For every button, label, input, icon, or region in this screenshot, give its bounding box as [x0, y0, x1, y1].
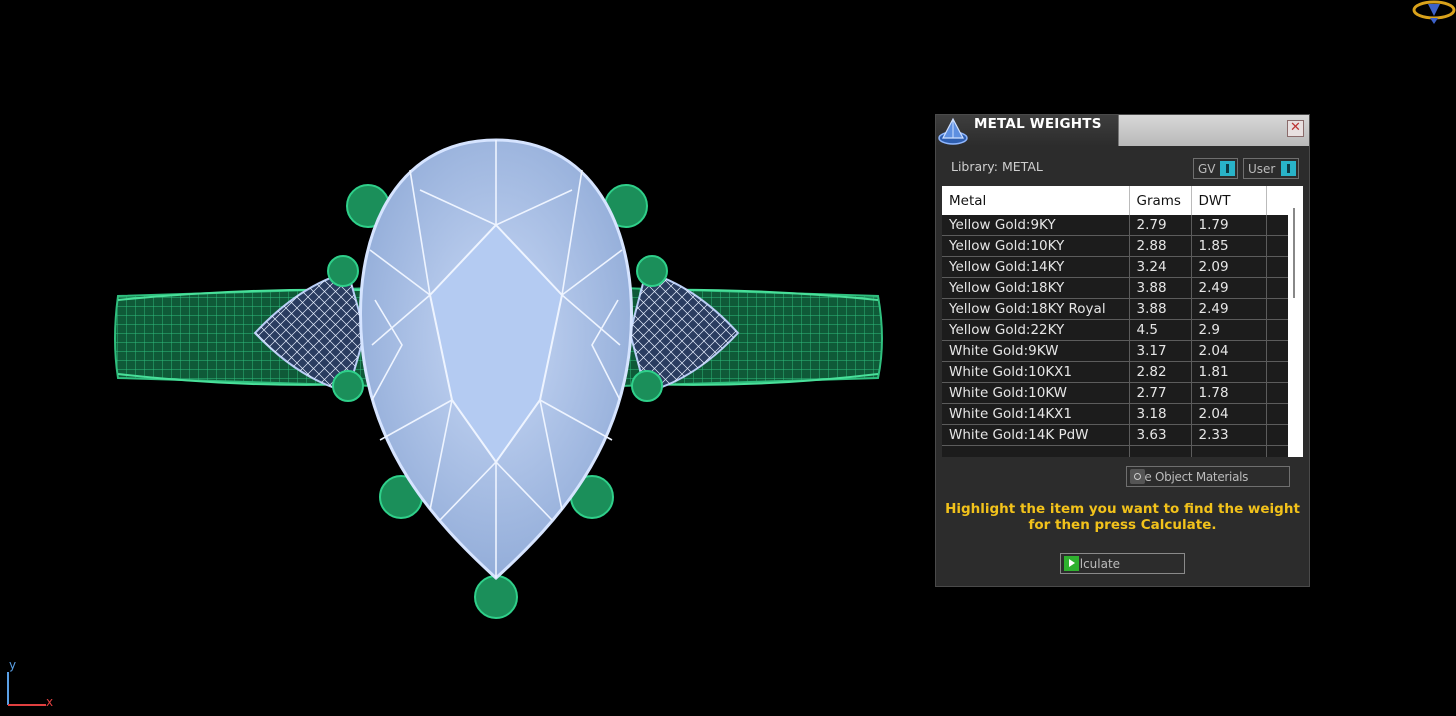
metal-cell: White Gold:9KW	[942, 340, 1130, 362]
spacer-cell	[1266, 424, 1289, 446]
spacer-cell	[1266, 277, 1289, 299]
table-row[interactable]: Yellow Gold:10KY 2.88 1.85	[942, 235, 1289, 257]
table-row[interactable]: White Gold:9KW 3.17 2.04	[942, 340, 1289, 362]
title-tab: METAL WEIGHTS	[936, 115, 1119, 146]
spacer-cell	[1266, 298, 1289, 320]
library-label: Library: METAL	[951, 159, 1043, 174]
spacer-cell	[1266, 256, 1289, 278]
table-row[interactable]: Yellow Gold:18KY 3.88 2.49	[942, 277, 1289, 299]
metal-cell	[942, 445, 1130, 457]
instruction-text: Highlight the item you want to find the …	[936, 501, 1309, 533]
grams-cell: 3.88	[1129, 298, 1192, 320]
table-row[interactable]: White Gold:10KX1 2.82 1.81	[942, 361, 1289, 383]
spacer-cell	[1266, 382, 1289, 404]
dwt-cell: 2.49	[1191, 277, 1267, 299]
metal-cell: Yellow Gold:14KY	[942, 256, 1130, 278]
dwt-cell: 1.81	[1191, 361, 1267, 383]
axis-indicator: y x	[4, 658, 60, 712]
dwt-cell: 1.78	[1191, 382, 1267, 404]
grams-cell: 3.18	[1129, 403, 1192, 425]
dwt-cell: 2.49	[1191, 298, 1267, 320]
grams-cell: 3.63	[1129, 424, 1192, 446]
spacer-cell	[1266, 235, 1289, 257]
axis-x-label: x	[46, 695, 54, 709]
panel-titlebar[interactable]: METAL WEIGHTS ✕	[936, 115, 1309, 146]
metal-cell: Yellow Gold:18KY Royal	[942, 298, 1130, 320]
dwt-cell: 1.85	[1191, 235, 1267, 257]
table-row[interactable]: Yellow Gold:18KY Royal 3.88 2.49	[942, 298, 1289, 320]
metal-cell: Yellow Gold:9KY	[942, 215, 1130, 236]
column-header-grams[interactable]: Grams	[1129, 186, 1192, 215]
table-header: Metal Grams DWT	[942, 186, 1288, 215]
dwt-cell: 2.04	[1191, 340, 1267, 362]
grams-cell: 2.79	[1129, 215, 1192, 236]
user-toggle[interactable]: User	[1243, 158, 1299, 179]
table-row[interactable]: White Gold:14KX1 3.18 2.04	[942, 403, 1289, 425]
gv-toggle[interactable]: GV	[1193, 158, 1238, 179]
table-row[interactable]: Yellow Gold:9KY 2.79 1.79	[942, 215, 1289, 236]
grams-cell: 2.82	[1129, 361, 1192, 383]
metal-cell: White Gold:14K PdW	[942, 424, 1130, 446]
dwt-cell: 2.04	[1191, 403, 1267, 425]
calculate-button[interactable]: Calculate	[1060, 553, 1185, 574]
column-header-metal[interactable]: Metal	[942, 186, 1130, 215]
play-icon	[1064, 556, 1079, 571]
grams-cell: 2.77	[1129, 382, 1192, 404]
grams-cell: 3.17	[1129, 340, 1192, 362]
instruction-line-1: Highlight the item you want to find the …	[945, 501, 1300, 517]
toggle-switch-icon	[1220, 161, 1235, 176]
grams-cell	[1129, 445, 1192, 457]
radio-icon	[1130, 469, 1145, 484]
app-logo-icon	[938, 117, 968, 145]
scrollbar-thumb[interactable]	[1293, 208, 1295, 298]
axis-y-label: y	[9, 658, 17, 672]
panel-title: METAL WEIGHTS	[974, 116, 1102, 132]
table-scrollbar[interactable]	[1288, 186, 1303, 457]
table-row[interactable]: White Gold:10KW 2.77 1.78	[942, 382, 1289, 404]
spacer-cell	[1266, 361, 1289, 383]
grams-cell: 4.5	[1129, 319, 1192, 341]
toggle-switch-icon	[1281, 161, 1296, 176]
spacer-cell	[1266, 403, 1289, 425]
dwt-cell	[1191, 445, 1267, 457]
metal-cell: Yellow Gold:18KY	[942, 277, 1130, 299]
grams-cell: 3.24	[1129, 256, 1192, 278]
table-row[interactable]: White Gold:14K PdW 3.63 2.33	[942, 424, 1289, 446]
grams-cell: 2.88	[1129, 235, 1192, 257]
dwt-cell: 2.09	[1191, 256, 1267, 278]
spacer-cell	[1266, 319, 1289, 341]
metal-cell: White Gold:10KW	[942, 382, 1130, 404]
dwt-cell: 1.79	[1191, 215, 1267, 236]
metal-cell: Yellow Gold:10KY	[942, 235, 1130, 257]
metal-weights-panel: METAL WEIGHTS ✕ Library: METAL GV User M…	[935, 114, 1310, 587]
metal-cell: White Gold:10KX1	[942, 361, 1130, 383]
nav-cube-icon[interactable]	[1408, 0, 1456, 26]
spacer-cell	[1266, 445, 1289, 457]
user-toggle-label: User	[1248, 162, 1276, 176]
spacer-cell	[1266, 340, 1289, 362]
dwt-cell: 2.33	[1191, 424, 1267, 446]
table-row[interactable]	[942, 445, 1289, 457]
metal-table: Metal Grams DWT Yellow Gold:9KY 2.79 1.79 …	[942, 186, 1303, 457]
use-object-materials-button[interactable]: Use Object Materials	[1126, 466, 1290, 487]
gv-toggle-label: GV	[1198, 162, 1216, 176]
dwt-cell: 2.9	[1191, 319, 1267, 341]
close-icon[interactable]: ✕	[1287, 120, 1304, 137]
grams-cell: 3.88	[1129, 277, 1192, 299]
spacer-cell	[1266, 215, 1289, 236]
column-header-dwt[interactable]: DWT	[1191, 186, 1267, 215]
metal-cell: White Gold:14KX1	[942, 403, 1130, 425]
table-row[interactable]: Yellow Gold:14KY 3.24 2.09	[942, 256, 1289, 278]
column-header-spacer	[1266, 186, 1288, 215]
instruction-line-2: for then press Calculate.	[1028, 517, 1217, 533]
metal-cell: Yellow Gold:22KY	[942, 319, 1130, 341]
use-object-materials-label: Use Object Materials	[1130, 470, 1249, 484]
table-row[interactable]: Yellow Gold:22KY 4.5 2.9	[942, 319, 1289, 341]
